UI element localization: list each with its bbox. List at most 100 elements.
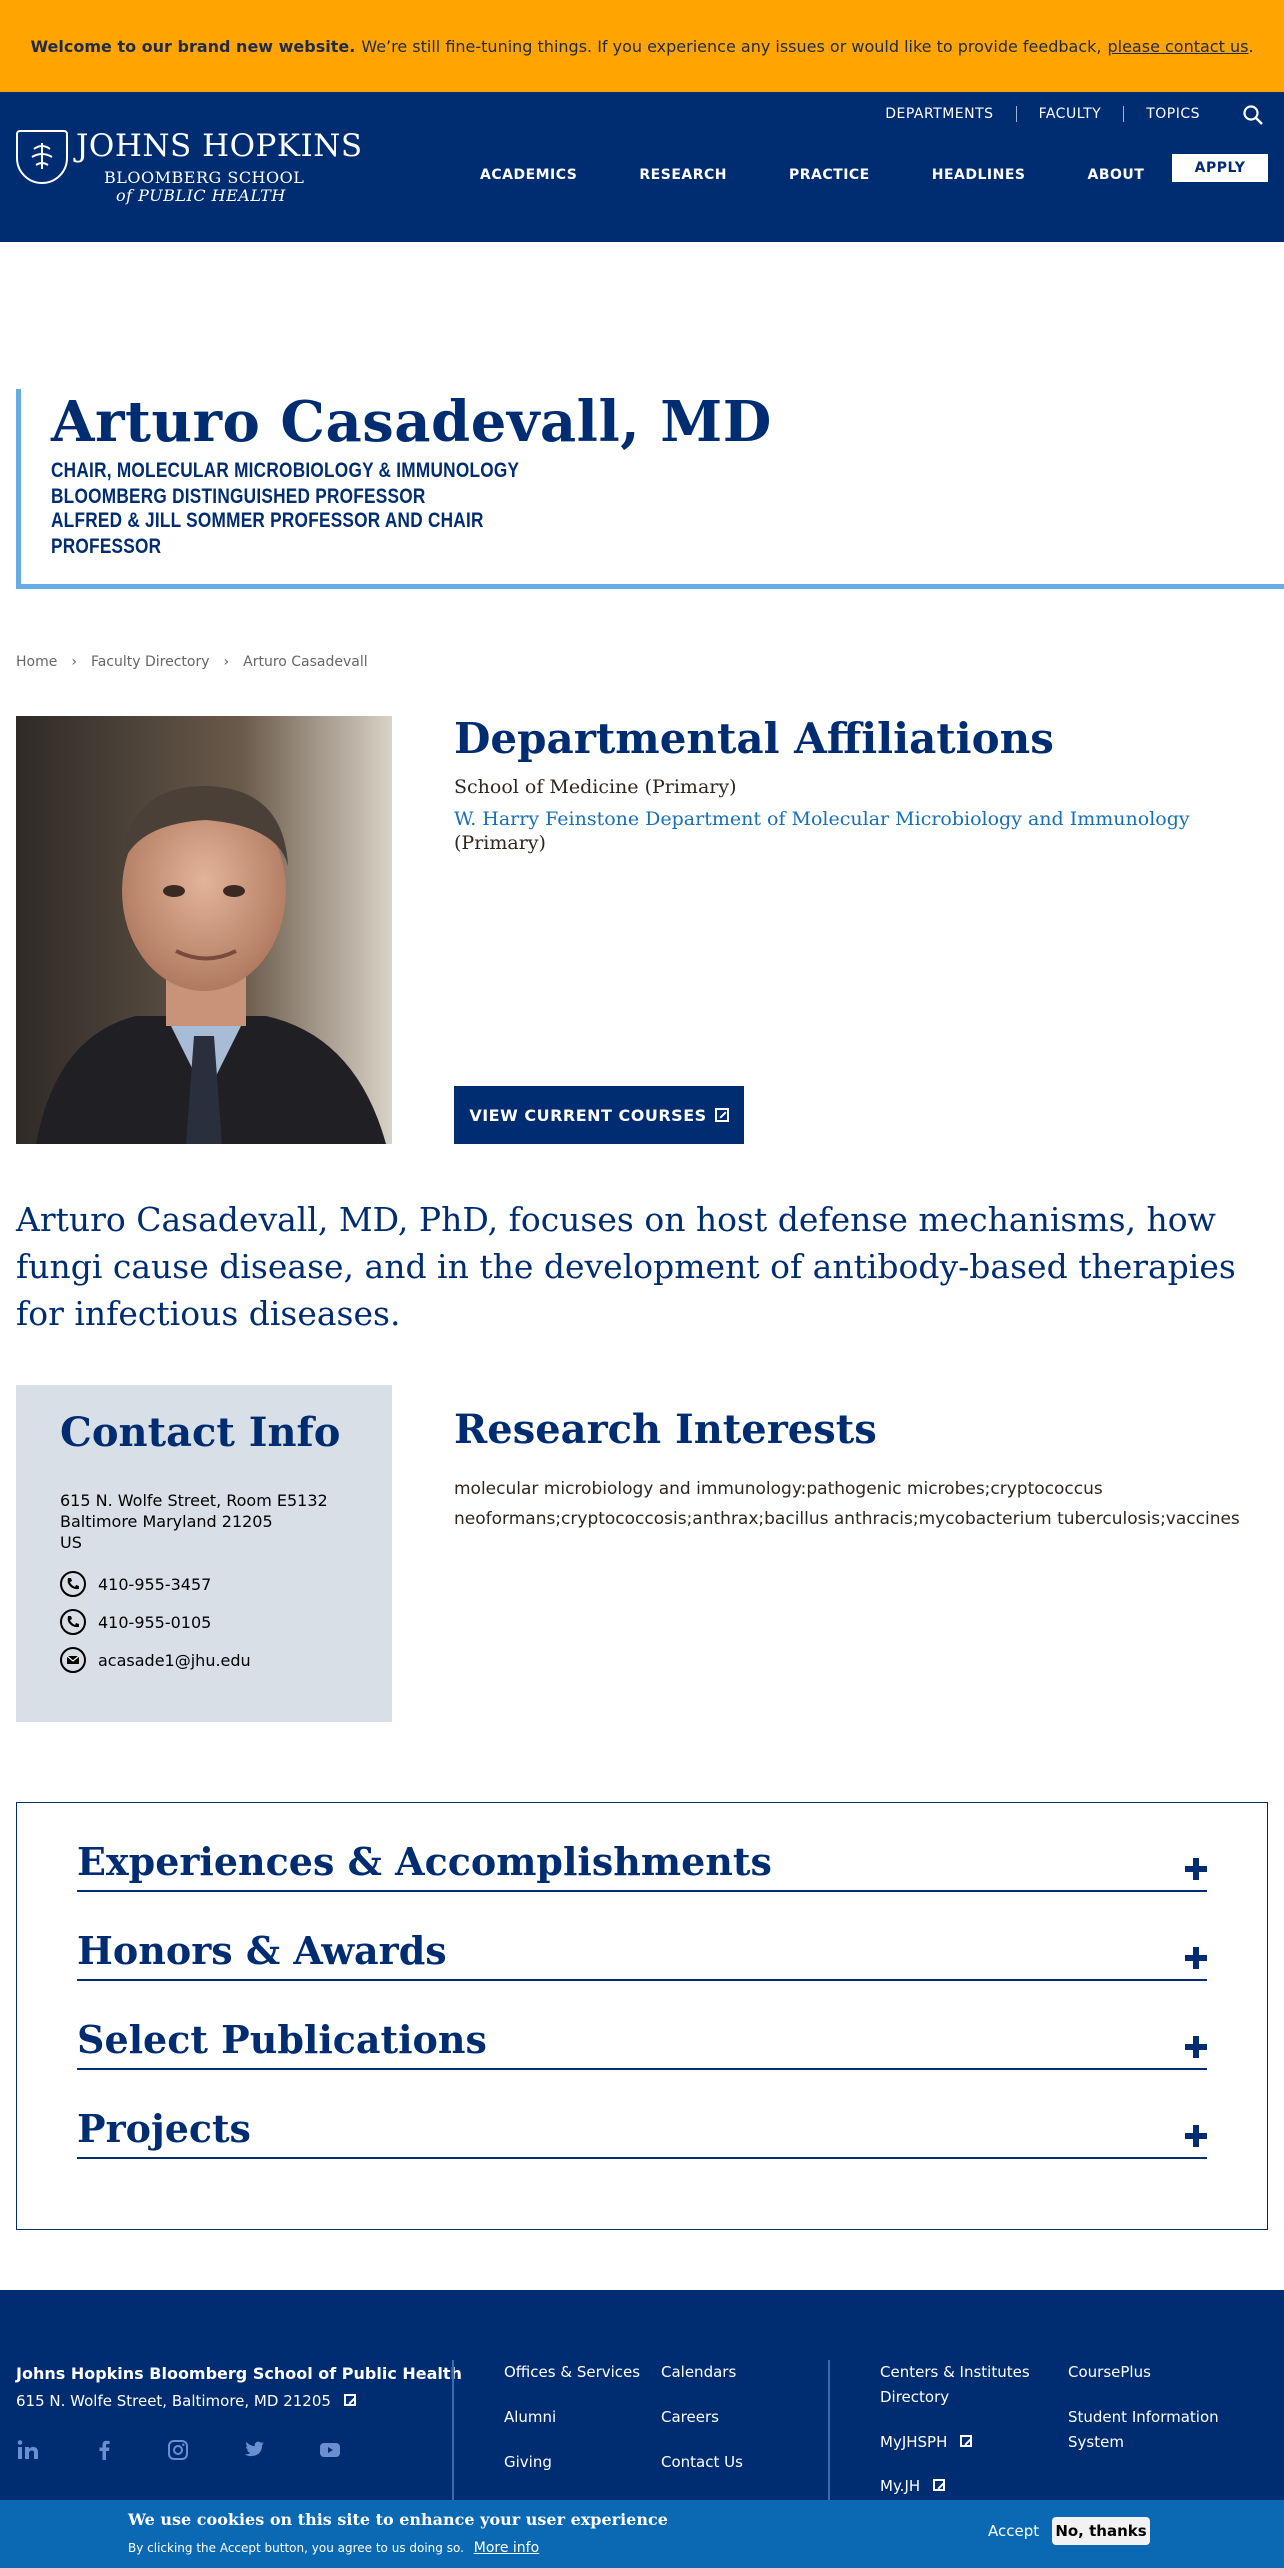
view-courses-label: VIEW CURRENT COURSES — [469, 1105, 707, 1125]
accordion-title: Experiences & Accomplishments — [77, 1839, 772, 1884]
profile-title-block: Arturo Casadevall, MD CHAIR, MOLECULAR M… — [16, 389, 1284, 589]
nav-practice[interactable]: PRACTICE — [789, 158, 870, 192]
accordion-item-honors[interactable]: Honors & Awards — [77, 1892, 1207, 1981]
contact-heading: Contact Info — [60, 1409, 341, 1456]
university-seal-icon[interactable] — [16, 130, 68, 184]
utility-link-topics[interactable]: TOPICS — [1124, 106, 1200, 122]
footer-link-sis[interactable]: Student Information System — [1068, 2405, 1228, 2455]
accordion-item-publications[interactable]: Select Publications — [77, 1981, 1207, 2070]
linkedin-icon[interactable] — [16, 2438, 40, 2462]
phone-link[interactable]: 410-955-0105 — [98, 1613, 211, 1632]
search-icon[interactable] — [1242, 104, 1264, 126]
address-line: Baltimore Maryland 21205 — [60, 1512, 273, 1531]
banner-bold-text: Welcome to our brand new website. — [30, 36, 356, 56]
role-title: PROFESSOR — [51, 535, 162, 558]
cookie-accept-button[interactable]: Accept — [988, 2522, 1039, 2540]
external-link-icon — [932, 2479, 945, 2491]
twitter-icon[interactable] — [242, 2438, 266, 2462]
phone-icon — [60, 1571, 86, 1597]
announcement-banner: Welcome to our brand new website. We’re … — [0, 0, 1284, 92]
footer-link-centers[interactable]: Centers & Institutes Directory — [880, 2360, 1040, 2410]
external-link-icon — [343, 2394, 356, 2406]
apply-button[interactable]: APPLY — [1172, 154, 1268, 182]
accordion-item-experiences[interactable]: Experiences & Accomplishments — [77, 1803, 1207, 1892]
accordion-title: Honors & Awards — [77, 1928, 447, 1973]
profile-photo — [16, 716, 392, 1144]
banner-contact-link[interactable]: please contact us — [1107, 37, 1248, 56]
email-icon — [60, 1647, 86, 1673]
cookie-subtext: By clicking the Accept button, you agree… — [128, 2540, 539, 2556]
plus-icon[interactable] — [1185, 1858, 1207, 1880]
plus-icon[interactable] — [1185, 1947, 1207, 1969]
nav-about[interactable]: ABOUT — [1087, 158, 1144, 192]
banner-text: We’re still fine-tuning things. If you e… — [361, 36, 1102, 56]
footer-address-text: 615 N. Wolfe Street, Baltimore, MD 21205 — [16, 2392, 331, 2410]
page-title: Arturo Casadevall, MD — [51, 389, 772, 455]
site-header: JOHNS HOPKINS BLOOMBERG SCHOOL of PUBLIC… — [0, 92, 1284, 242]
accordion-item-projects[interactable]: Projects — [77, 2070, 1207, 2159]
role-title: ALFRED & JILL SOMMER PROFESSOR AND CHAIR — [51, 509, 484, 532]
plus-icon[interactable] — [1185, 2036, 1207, 2058]
footer-link-label: MyJHSPH — [880, 2433, 948, 2451]
chevron-right-icon: › — [223, 654, 230, 670]
footer-link-giving[interactable]: Giving — [504, 2450, 552, 2475]
footer-address[interactable]: 615 N. Wolfe Street, Baltimore, MD 21205 — [16, 2392, 356, 2410]
footer-link-calendars[interactable]: Calendars — [661, 2360, 736, 2385]
email-row: acasade1@jhu.edu — [60, 1647, 251, 1673]
footer-link-careers[interactable]: Careers — [661, 2405, 719, 2430]
utility-link-faculty[interactable]: FACULTY — [1017, 106, 1125, 122]
cookie-decline-button[interactable]: No, thanks — [1052, 2517, 1150, 2545]
external-link-icon — [714, 1108, 729, 1122]
nav-research[interactable]: RESEARCH — [639, 158, 727, 192]
logo-line-3[interactable]: of PUBLIC HEALTH — [116, 186, 286, 205]
nav-academics[interactable]: ACADEMICS — [480, 158, 577, 192]
logo-line-2[interactable]: BLOOMBERG SCHOOL — [104, 168, 304, 187]
affiliations-heading: Departmental Affiliations — [454, 714, 1054, 763]
chevron-right-icon: › — [71, 654, 77, 670]
footer-link-myjh[interactable]: My.JH — [880, 2474, 945, 2499]
footer-link-myjhsph[interactable]: MyJHSPH — [880, 2430, 973, 2455]
cookie-subtext-label: By clicking the Accept button, you agree… — [128, 2541, 464, 2555]
cookie-more-info-link[interactable]: More info — [474, 2540, 539, 2556]
profile-summary: Arturo Casadevall, MD, PhD, focuses on h… — [16, 1200, 1236, 1333]
footer-link-contact[interactable]: Contact Us — [661, 2450, 743, 2475]
phone-row: 410-955-3457 — [60, 1571, 211, 1597]
footer-link-alumni[interactable]: Alumni — [504, 2405, 556, 2430]
logo-line-1[interactable]: JOHNS HOPKINS — [76, 128, 363, 164]
email-link[interactable]: acasade1@jhu.edu — [98, 1651, 251, 1670]
view-courses-button[interactable]: VIEW CURRENT COURSES — [454, 1086, 744, 1144]
phone-link[interactable]: 410-955-3457 — [98, 1575, 211, 1594]
role-title: BLOOMBERG DISTINGUISHED PROFESSOR — [51, 485, 426, 508]
youtube-icon[interactable] — [318, 2438, 342, 2462]
affiliation-department-link[interactable]: W. Harry Feinstone Department of Molecul… — [454, 808, 1190, 830]
phone-icon — [60, 1609, 86, 1635]
facebook-icon[interactable] — [92, 2438, 116, 2462]
footer-link-offices[interactable]: Offices & Services — [504, 2360, 640, 2385]
breadcrumb-faculty-directory[interactable]: Faculty Directory — [91, 654, 210, 670]
breadcrumb: Home › Faculty Directory › Arturo Casade… — [16, 654, 368, 670]
research-interests-text: molecular microbiology and immunology:pa… — [454, 1479, 1240, 1529]
cookie-consent-bar: We use cookies on this site to enhance y… — [0, 2500, 1284, 2568]
breadcrumb-home[interactable]: Home — [16, 654, 57, 670]
footer-link-courseplus[interactable]: CoursePlus — [1068, 2360, 1151, 2385]
accordion-title: Projects — [77, 2106, 251, 2151]
phone-row: 410-955-0105 — [60, 1609, 211, 1635]
nav-headlines[interactable]: HEADLINES — [932, 158, 1026, 192]
external-link-icon — [960, 2435, 973, 2447]
plus-icon[interactable] — [1185, 2125, 1207, 2147]
accordion-title: Select Publications — [77, 2017, 487, 2062]
affiliation-department-suffix: (Primary) — [454, 832, 546, 854]
banner-end: . — [1248, 36, 1254, 56]
address-line: US — [60, 1533, 82, 1552]
profile-accordion: Experiences & Accomplishments Honors & A… — [16, 1802, 1268, 2230]
instagram-icon[interactable] — [166, 2438, 190, 2462]
footer-link-label: My.JH — [880, 2477, 921, 2495]
utility-nav: DEPARTMENTS FACULTY TOPICS — [863, 106, 1200, 122]
role-title: CHAIR, MOLECULAR MICROBIOLOGY & IMMUNOLO… — [51, 459, 520, 482]
cookie-heading: We use cookies on this site to enhance y… — [128, 2510, 668, 2529]
breadcrumb-current: Arturo Casadevall — [243, 654, 368, 670]
utility-link-departments[interactable]: DEPARTMENTS — [863, 106, 1017, 122]
address-line: 615 N. Wolfe Street, Room E5132 — [60, 1491, 328, 1510]
research-heading: Research Interests — [454, 1406, 877, 1453]
affiliation-primary-school: School of Medicine (Primary) — [454, 776, 737, 798]
